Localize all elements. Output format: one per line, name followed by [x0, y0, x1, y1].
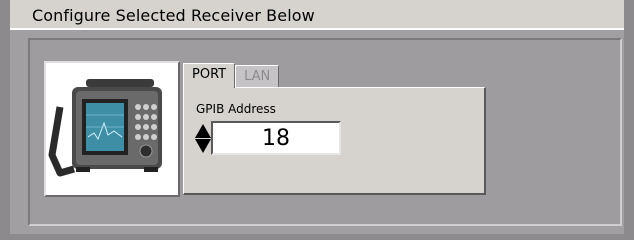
port-tab-panel: GPIB Address: [183, 87, 486, 195]
receiver-image: [44, 61, 180, 197]
tab-lan[interactable]: LAN: [235, 65, 280, 88]
panel-title: Configure Selected Receiver Below: [32, 6, 315, 25]
tab-port[interactable]: PORT: [183, 63, 236, 88]
gpib-address-input[interactable]: [211, 121, 341, 155]
config-tabs: PORT LAN: [183, 63, 280, 88]
header-strip: Configure Selected Receiver Below: [10, 0, 624, 30]
gpib-address-label: GPIB Address: [196, 102, 276, 116]
receiver-instrument-icon: [48, 79, 162, 177]
decrement-arrow-icon[interactable]: [195, 139, 211, 153]
increment-arrow-icon[interactable]: [195, 124, 211, 138]
